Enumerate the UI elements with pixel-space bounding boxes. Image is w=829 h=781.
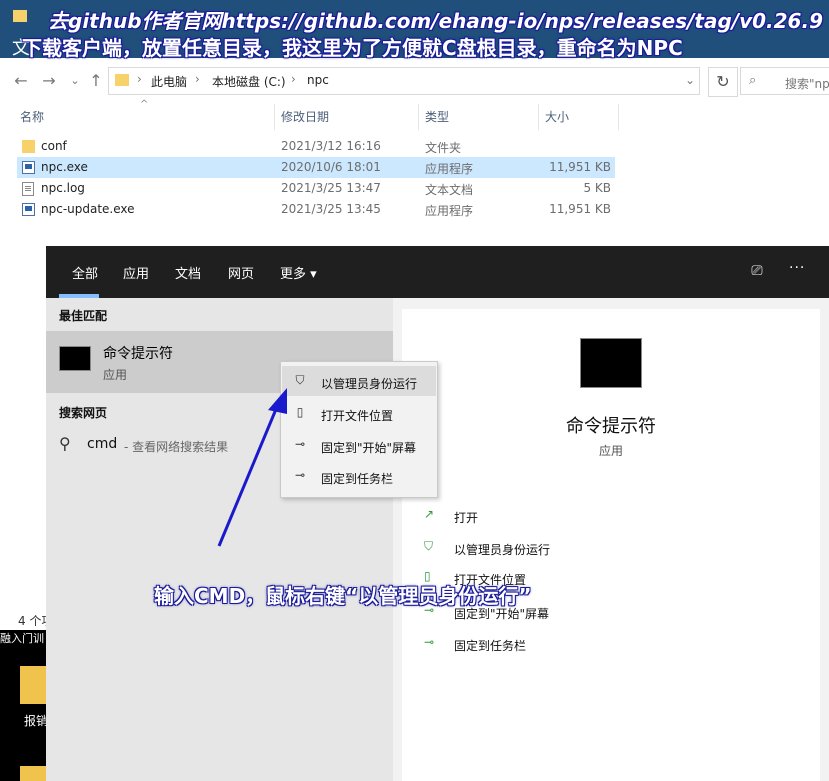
instruction-line-2: 下载客户端，放置任意目录，我这里为了方便就C盘根目录，重命名为NPC [22,36,683,60]
instruction-line-1: 去github作者官网https://github.com/ehang-io/n… [48,9,823,33]
instruction-caption: 输入CMD，鼠标右键“以管理员身份运行” [154,584,532,608]
arrow-shaft [217,401,281,547]
instruction-banner: 去github作者官网https://github.com/ehang-io/n… [0,2,829,62]
annotation-arrow [217,388,287,547]
arrow-head [268,388,287,414]
